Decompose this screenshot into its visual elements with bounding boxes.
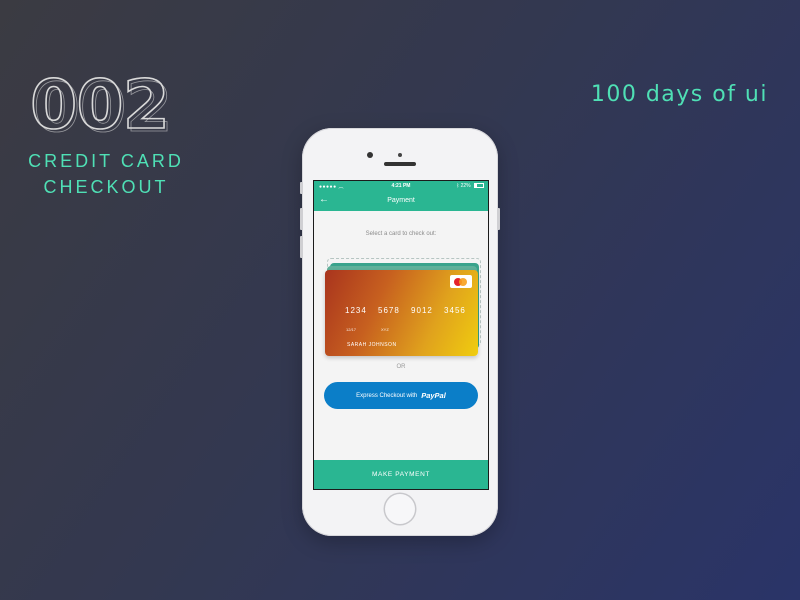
status-bar: ●●●●● ︵ 4:21 PM ᛒ 22%: [314, 181, 488, 192]
day-number-graphic: 002 002: [29, 65, 173, 148]
battery-percent: 22%: [460, 183, 471, 189]
earpiece-speaker: [384, 162, 416, 166]
make-payment-button[interactable]: MAKE PAYMENT: [314, 460, 488, 489]
phone-volume-down: [300, 236, 303, 258]
project-title-line1: CREDIT CARD: [28, 151, 184, 171]
payment-content: Select a card to check out: 1234 5678 90…: [314, 211, 488, 459]
mastercard-orange-circle: [459, 278, 467, 286]
front-camera: [367, 152, 373, 158]
phone-mockup: ●●●●● ︵ 4:21 PM ᛒ 22% ← Payment Select a…: [300, 128, 500, 536]
phone-screen: ●●●●● ︵ 4:21 PM ᛒ 22% ← Payment Select a…: [313, 180, 489, 490]
paypal-button-label: Express Checkout with: [356, 392, 418, 399]
card-expiry: 12/17: [346, 327, 357, 332]
series-label: 100 days of ui: [590, 82, 768, 107]
day-number: 002 002: [29, 64, 200, 148]
app-header: ●●●●● ︵ 4:21 PM ᛒ 22% ← Payment: [314, 181, 488, 211]
credit-card[interactable]: 1234 5678 9012 3456 12/17 XYZ SARAH JOHN…: [325, 270, 478, 356]
nav-bar: ← Payment: [314, 192, 488, 211]
card-holder-name: SARAH JOHNSON: [347, 342, 397, 348]
or-divider: OR: [396, 364, 406, 370]
paypal-express-button[interactable]: Express Checkout with PayPal: [324, 382, 478, 409]
nav-title: Payment: [387, 197, 415, 204]
select-card-prompt: Select a card to check out:: [365, 231, 437, 237]
phone-power-button: [497, 208, 500, 230]
sensor-dot: [398, 153, 402, 157]
card-cvc: XYZ: [381, 327, 389, 332]
battery-icon: [474, 183, 484, 189]
card-number: 1234 5678 9012 3456: [345, 306, 466, 315]
day-number-text-outline: 002: [33, 69, 172, 148]
project-title-line2: CHECKOUT: [43, 177, 169, 197]
phone-mute-switch: [300, 182, 303, 194]
home-button[interactable]: [385, 494, 415, 524]
phone-volume-up: [300, 208, 303, 230]
battery-indicator: ᛒ 22%: [456, 183, 484, 189]
mastercard-icon: [450, 275, 472, 288]
project-title: CREDIT CARD CHECKOUT: [20, 148, 192, 200]
paypal-logo: PayPal: [421, 391, 446, 400]
